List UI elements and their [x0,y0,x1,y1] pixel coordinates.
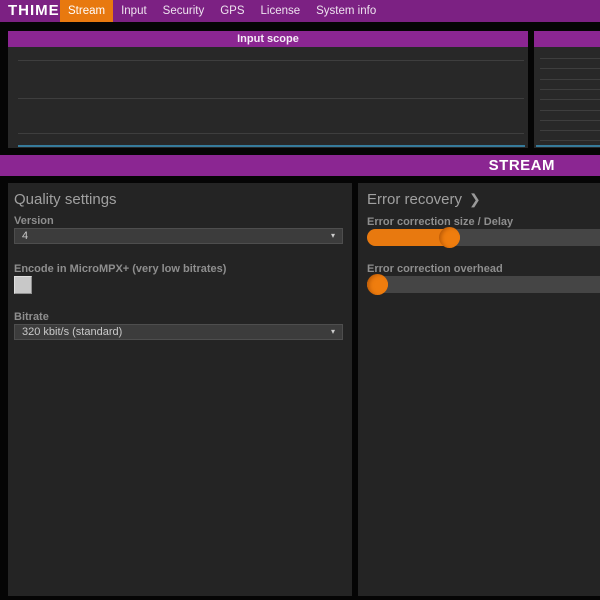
nav-tabs: StreamInputSecurityGPSLicenseSystem info [60,0,384,22]
quality-settings-panel: Quality settings Version 4 ▾ Encode in M… [8,183,352,596]
scope-trace-line [536,145,600,147]
error-correction-size-label: Error correction size / Delay [367,216,513,228]
scope-gridline [540,89,600,90]
tab-input[interactable]: Input [113,0,155,22]
bitrate-select-value: 320 kbit/s (standard) [22,325,331,339]
slider-thumb[interactable] [439,227,460,248]
tab-system-info[interactable]: System info [308,0,384,22]
secondary-scope-header [534,31,600,47]
top-nav-bar: THIMEO StreamInputSecurityGPSLicenseSyst… [0,0,600,22]
chevron-down-icon: ▾ [331,229,342,243]
micrompx-label: Encode in MicroMPX+ (very low bitrates) [14,263,226,275]
scope-gridline [540,120,600,121]
scope-gridline [540,140,600,141]
quality-settings-title: Quality settings [14,191,117,208]
version-label: Version [14,215,54,227]
error-recovery-title[interactable]: Error recovery ❯ [367,191,481,208]
error-correction-overhead-slider[interactable] [367,276,600,293]
error-recovery-panel: Error recovery ❯ Error correction size / … [358,183,600,596]
error-correction-overhead-label: Error correction overhead [367,263,503,275]
slider-thumb[interactable] [367,274,388,295]
input-scope-header: Input scope [8,31,528,47]
chevron-down-icon: ▾ [331,325,342,339]
micrompx-checkbox[interactable] [14,276,32,294]
input-scope-display [8,47,528,148]
bitrate-select[interactable]: 320 kbit/s (standard) ▾ [14,324,343,340]
tab-gps[interactable]: GPS [212,0,252,22]
chevron-right-icon: ❯ [469,191,481,207]
scope-gridline [540,99,600,100]
scope-gridline [540,79,600,80]
tab-stream[interactable]: Stream [60,0,113,22]
scope-gridline [540,58,600,59]
secondary-scope-display [534,47,600,148]
version-select-value: 4 [22,229,331,243]
error-recovery-title-text: Error recovery [367,191,462,208]
scope-gridline [18,98,524,99]
thimeo-logo: THIMEO [0,0,60,22]
scope-trace-line [18,145,525,147]
input-scope-panel: Input scope [8,31,528,148]
scope-gridline [18,133,524,134]
scope-gridline [540,68,600,69]
tab-license[interactable]: License [253,0,309,22]
stream-section-banner: STREAM [0,155,600,176]
secondary-scope-panel [534,31,600,148]
scope-gridline [540,110,600,111]
error-correction-size-slider[interactable] [367,229,600,246]
scope-gridline [18,60,524,61]
bitrate-label: Bitrate [14,311,49,323]
tab-security[interactable]: Security [155,0,213,22]
version-select[interactable]: 4 ▾ [14,228,343,244]
scope-gridline [540,130,600,131]
